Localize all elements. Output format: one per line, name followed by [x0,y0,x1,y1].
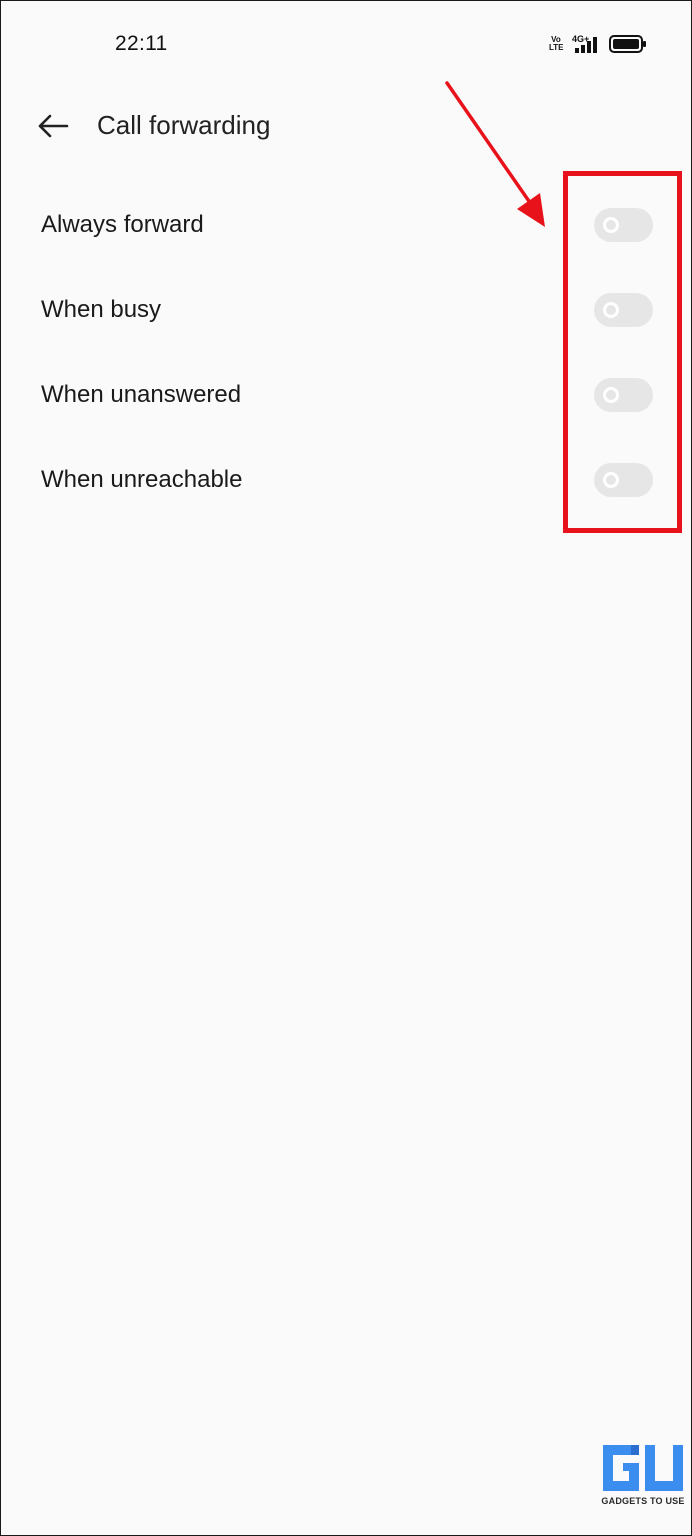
toggle-switch-always-forward[interactable] [594,207,653,242]
setting-row-when-busy[interactable]: When busy [1,267,691,352]
setting-label: When unanswered [41,380,242,408]
toggle-knob [603,386,619,403]
watermark-text: GADGETS TO USE [601,1496,685,1506]
volte-bottom-text: LTE [549,43,564,52]
back-button[interactable] [31,106,75,146]
setting-row-always-forward[interactable]: Always forward [1,182,691,267]
page-title: Call forwarding [97,110,271,140]
toggle-switch-when-busy[interactable] [594,292,653,327]
status-time: 22:11 [115,32,168,55]
setting-label: Always forward [41,210,204,238]
settings-list: Always forward When busy When unanswered… [1,182,691,522]
setting-row-when-unanswered[interactable]: When unanswered [1,352,691,437]
call-forwarding-screen: 22:11 Vo LTE 4G+ Call forwarding Always … [0,0,692,1536]
toggle-knob [603,216,619,233]
setting-label: When busy [41,295,162,323]
toggle-knob [603,301,619,318]
setting-row-when-unreachable[interactable]: When unreachable [1,437,691,522]
status-icons: Vo LTE 4G+ [549,34,647,54]
toggle-switch-when-unanswered[interactable] [594,377,653,412]
app-header: Call forwarding [1,96,691,156]
status-bar: 22:11 Vo LTE 4G+ [1,1,691,91]
setting-label: When unreachable [41,465,243,493]
toggle-knob [603,471,619,488]
gadgets-to-use-logo-icon [603,1445,683,1491]
signal-icon: 4G+ [572,34,597,53]
arrow-left-icon [38,114,69,138]
watermark: GADGETS TO USE [595,1441,691,1511]
volte-icon: Vo LTE [549,36,564,52]
battery-icon [609,35,646,53]
toggle-switch-when-unreachable[interactable] [594,462,653,497]
network-type-text: 4G+ [572,34,589,44]
